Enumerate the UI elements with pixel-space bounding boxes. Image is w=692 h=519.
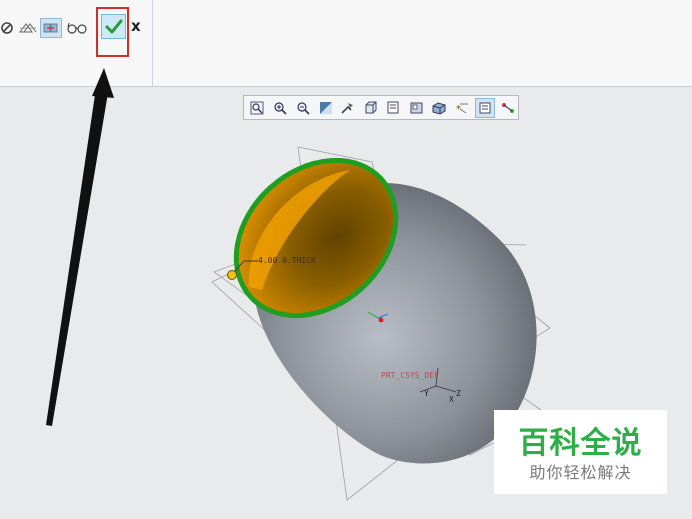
thickness-dimension-label[interactable]: 4.00 0.THICK (258, 256, 316, 265)
pointer-arrow (46, 68, 114, 426)
watermark-title: 百科全说 (518, 426, 643, 461)
axis-z-label: Z (456, 389, 461, 398)
axis-x-label: X (449, 395, 454, 404)
axis-y-label: Y (424, 389, 429, 398)
watermark-logo: 百科全说 助你轻松解决 (494, 410, 667, 494)
csys-label: PRT_CSYS_DEF (381, 371, 439, 380)
watermark-subtitle: 助你轻松解决 (529, 463, 632, 482)
